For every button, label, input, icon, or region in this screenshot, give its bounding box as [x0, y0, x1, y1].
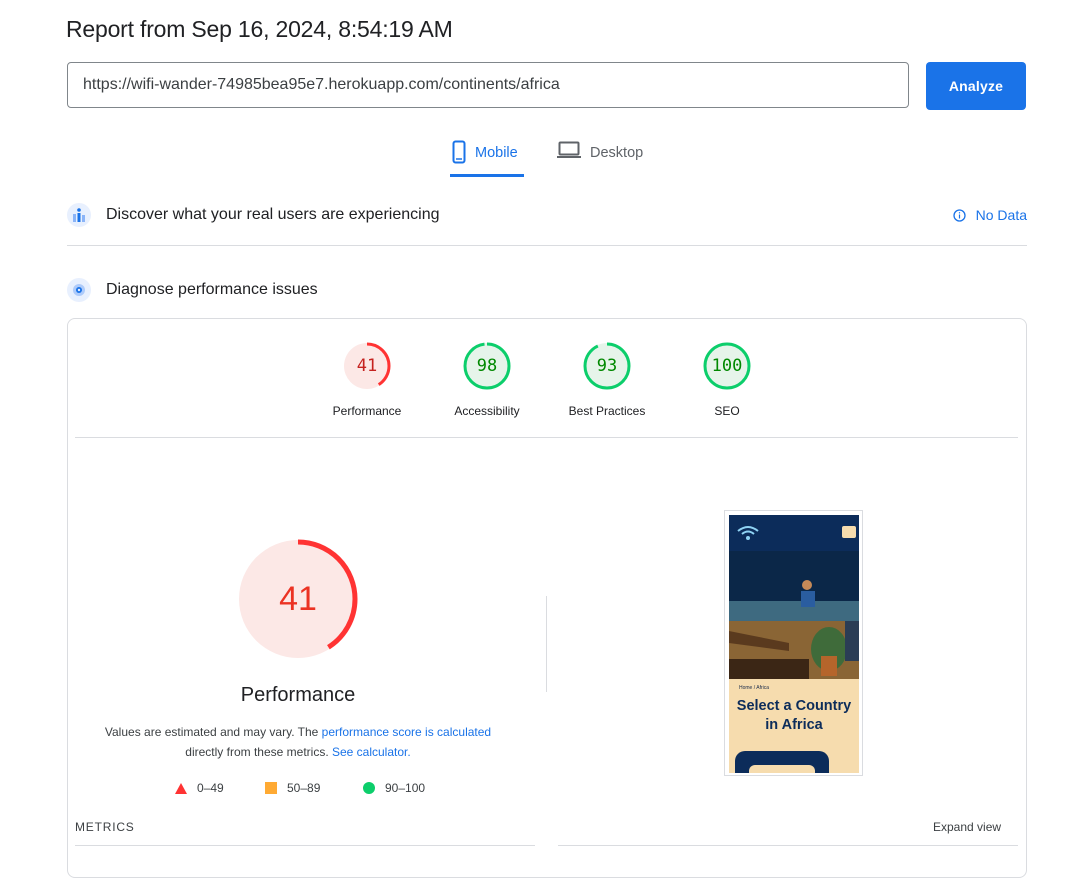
hamburger-menu-icon — [842, 526, 856, 538]
gauge-performance-label: Performance — [332, 404, 402, 418]
metrics-label: METRICS — [75, 820, 135, 834]
perf-desc-text-2: directly from these metrics. — [185, 745, 332, 759]
see-calculator-link[interactable]: See calculator. — [332, 745, 411, 759]
gauge-performance[interactable]: 41 Performance — [322, 342, 412, 418]
screenshot-hero-image — [729, 551, 859, 679]
perf-desc-text-1: Values are estimated and may vary. The — [104, 725, 322, 739]
gauge-accessibility[interactable]: 98 Accessibility — [442, 342, 532, 418]
gauge-best-practices-score: 93 — [596, 356, 618, 376]
screenshot-lower-section: Home / Africa Select a Country in Africa — [729, 679, 859, 773]
crux-title: Discover what your real users are experi… — [106, 206, 440, 223]
crux-section: Discover what your real users are experi… — [67, 200, 1027, 230]
metrics-divider-right — [558, 845, 1018, 846]
tab-desktop-label: Desktop — [590, 145, 644, 161]
legend-average-range: 50–89 — [287, 781, 321, 795]
lighthouse-icon — [67, 278, 91, 302]
square-icon — [265, 782, 277, 794]
tab-desktop[interactable]: Desktop — [557, 140, 643, 177]
expand-view-toggle[interactable]: Expand view — [933, 820, 1001, 834]
gauge-performance-score: 41 — [356, 356, 378, 376]
triangle-icon — [175, 782, 187, 794]
performance-description: Values are estimated and may vary. The p… — [98, 722, 498, 762]
tab-mobile-label: Mobile — [475, 145, 518, 161]
legend-pass: 90–100 — [363, 781, 425, 795]
laptop-icon — [557, 141, 581, 158]
gauge-best-practices-label: Best Practices — [568, 404, 646, 418]
diagnose-title: Diagnose performance issues — [106, 281, 318, 298]
screenshot-header — [729, 515, 859, 551]
gauge-best-practices[interactable]: 93 Best Practices — [562, 342, 652, 418]
url-input[interactable] — [83, 76, 908, 94]
no-data-indicator[interactable]: No Data — [952, 200, 1027, 230]
section-divider — [67, 245, 1027, 246]
gauge-seo-label: SEO — [714, 404, 740, 418]
legend-fail: 0–49 — [175, 781, 224, 795]
analyze-button[interactable]: Analyze — [926, 62, 1026, 110]
info-icon — [952, 208, 966, 222]
performance-title: Performance — [240, 684, 356, 706]
url-input-box[interactable] — [67, 62, 909, 108]
gauge-accessibility-score: 98 — [476, 356, 498, 376]
gauge-seo[interactable]: 100 SEO — [682, 342, 772, 418]
smartphone-icon — [452, 140, 466, 164]
circle-icon — [363, 782, 375, 794]
metrics-divider-left — [75, 845, 535, 846]
users-icon — [67, 203, 91, 227]
gauge-seo-score: 100 — [711, 356, 743, 376]
gauges-divider — [75, 437, 1018, 438]
tab-mobile[interactable]: Mobile — [450, 140, 524, 177]
score-calculated-link[interactable]: performance score is calculated — [322, 725, 491, 739]
diagnose-section: Diagnose performance issues — [67, 275, 1027, 305]
screenshot-card-inner — [749, 765, 815, 773]
gauge-accessibility-label: Accessibility — [454, 404, 520, 418]
legend-pass-range: 90–100 — [385, 781, 426, 795]
report-title: Report from Sep 16, 2024, 8:54:19 AM — [66, 16, 453, 42]
wifi-logo-icon — [737, 526, 759, 540]
screenshot-heading: Select a Country in Africa — [736, 698, 852, 733]
screenshot-breadcrumb: Home / Africa — [739, 685, 770, 691]
vertical-divider — [546, 596, 547, 692]
legend-fail-range: 0–49 — [197, 781, 224, 795]
page-screenshot: Home / Africa Select a Country in Africa — [724, 510, 863, 776]
performance-big-score: 41 — [279, 580, 317, 618]
no-data-label: No Data — [975, 207, 1027, 223]
screenshot-content: Home / Africa Select a Country in Africa — [729, 515, 859, 773]
legend-average: 50–89 — [265, 781, 320, 795]
